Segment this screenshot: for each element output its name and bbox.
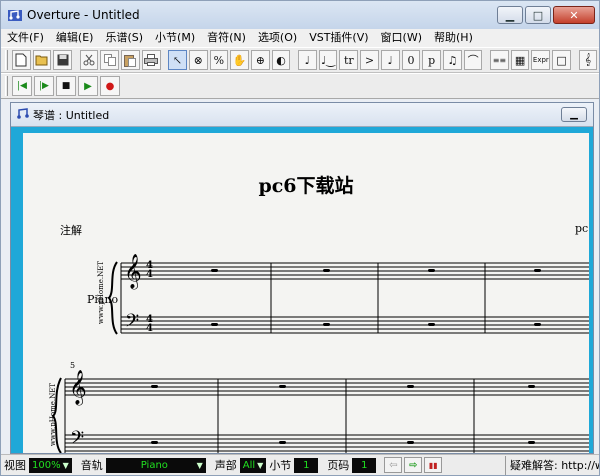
toolbar-grip[interactable]: [5, 50, 8, 70]
menu-edit[interactable]: 编辑(E): [50, 29, 100, 47]
open-folder-icon[interactable]: [32, 50, 52, 70]
rewind-button[interactable]: |◀: [12, 76, 32, 96]
copy-icon[interactable]: [100, 50, 120, 70]
bass-clef-icon-2: 𝄢: [70, 428, 85, 453]
menu-window[interactable]: 窗口(W): [375, 29, 428, 47]
menu-help[interactable]: 帮助(H): [428, 29, 479, 47]
voice-label: 声部: [214, 459, 237, 472]
window-title: Overture - Untitled: [27, 8, 140, 22]
meter-icon[interactable]: ▮▮: [424, 457, 443, 473]
document-title-bar[interactable]: 琴谱 : Untitled ▁: [11, 103, 593, 127]
paste-icon[interactable]: [121, 50, 140, 70]
menu-score[interactable]: 乐谱(S): [99, 29, 149, 47]
score-page[interactable]: pc6下载站 注解 pc6 Piano 5 www.pHome.NET www.…: [23, 133, 589, 453]
pointer-tool-icon[interactable]: ↖: [168, 50, 187, 70]
transport-grip[interactable]: [5, 76, 8, 96]
measure-field[interactable]: 1: [294, 457, 319, 473]
menu-file[interactable]: 文件(F): [1, 29, 50, 47]
help-text: 疑难解答: http://w: [505, 455, 599, 475]
menu-options[interactable]: 选项(O): [252, 29, 303, 47]
tie-tool-icon[interactable]: ♩‿: [318, 50, 338, 70]
erase-tool-icon[interactable]: ⊗: [188, 50, 208, 70]
voice-select[interactable]: All ▼: [239, 457, 267, 473]
view-label: 视图: [4, 459, 26, 472]
quarter-note-tool-icon[interactable]: ♩: [298, 50, 317, 70]
menu-bar: 文件(F) 编辑(E) 乐谱(S) 小节(M) 音符(N) 选项(O) VST插…: [1, 29, 599, 47]
time-sig-bottom-bass: 4: [146, 323, 153, 334]
play-button[interactable]: ▶: [78, 76, 98, 96]
zoom-value: 100%: [32, 459, 61, 471]
voice-dropdown-icon: ▼: [257, 460, 264, 470]
time-sig-bottom-treble: 4: [146, 269, 153, 280]
beam-tool-icon[interactable]: ♫: [443, 50, 462, 70]
treble-clef-icon-2: 𝄞: [69, 370, 87, 405]
hand-tool-icon[interactable]: ✋: [230, 50, 249, 70]
score-doc-icon: [17, 107, 29, 122]
page-value: 1: [361, 459, 368, 471]
window-controls: ▁ □ ✕: [497, 6, 595, 24]
zoom-tool-icon[interactable]: ⊕: [250, 50, 270, 70]
bass-clef-icon: 𝄢: [125, 311, 140, 336]
document-title: 琴谱 : Untitled: [33, 108, 110, 122]
app-window: Overture - Untitled ▁ □ ✕ 文件(F) 编辑(E) 乐谱…: [0, 0, 600, 476]
color-tool-icon[interactable]: ◐: [271, 50, 291, 70]
expr-tool-icon[interactable]: Expr: [531, 50, 551, 70]
accent-tool-icon[interactable]: >: [360, 50, 379, 70]
tremolo-tool-icon[interactable]: ≡≡: [490, 50, 509, 70]
page-label: 页码: [327, 459, 350, 472]
slur-tool-icon[interactable]: ⌒: [463, 50, 483, 70]
menu-note[interactable]: 音符(N): [201, 29, 252, 47]
percent-tool-icon[interactable]: %: [209, 50, 229, 70]
overture-app-icon: [7, 7, 23, 23]
new-file-icon[interactable]: [11, 50, 31, 70]
minimize-button[interactable]: ▁: [497, 6, 523, 24]
chord-tool-icon[interactable]: ▦: [510, 50, 530, 70]
next-page-arrow-icon[interactable]: ⇨: [404, 457, 423, 473]
record-button[interactable]: ●: [100, 76, 120, 96]
voice-value: All: [242, 459, 256, 471]
title-bar[interactable]: Overture - Untitled ▁ □ ✕: [1, 1, 599, 29]
treble-clef-tool-icon[interactable]: 𝄞: [578, 50, 598, 70]
measure-value: 1: [303, 459, 310, 471]
transport-toolbar: |◀ |▶ ■ ▶ ●: [1, 73, 599, 99]
track-value: Piano: [140, 459, 168, 471]
track-dropdown-icon: ▼: [196, 460, 203, 470]
zoom-select[interactable]: 100% ▼: [29, 457, 72, 473]
treble-clef-icon: 𝄞: [124, 254, 142, 289]
zoom-dropdown-icon: ▼: [62, 460, 69, 470]
play-from-button[interactable]: |▶: [34, 76, 54, 96]
fingering-tool-icon[interactable]: 0: [401, 50, 421, 70]
prev-page-arrow-icon[interactable]: ⇦: [384, 457, 403, 473]
document-minimize-button[interactable]: ▁: [561, 107, 587, 122]
cut-icon[interactable]: [79, 50, 99, 70]
main-toolbar: ↖ ⊗ % ✋ ⊕ ◐ ♩ ♩‿ tr > ♩ 0 p ♫ ⌒ ≡≡ ▦ Exp…: [1, 47, 599, 73]
menu-vst[interactable]: VST插件(V): [303, 29, 374, 47]
box-tool-icon[interactable]: □: [552, 50, 571, 70]
trill-tool-icon[interactable]: tr: [339, 50, 359, 70]
page-field[interactable]: 1: [352, 457, 377, 473]
note-head-tool-icon[interactable]: ♩: [380, 50, 400, 70]
menu-measure[interactable]: 小节(M): [149, 29, 201, 47]
score-staves: [51, 261, 589, 453]
stop-button[interactable]: ■: [56, 76, 76, 96]
maximize-button[interactable]: □: [525, 6, 551, 24]
track-select[interactable]: Piano ▼: [105, 457, 206, 473]
status-bar: 视图 100% ▼ 音轨 Piano ▼ 声部 All ▼ 小节 1 页码 1 ⇦ ⇨…: [1, 454, 599, 475]
measure-label: 小节: [269, 459, 292, 472]
dynamics-tool-icon[interactable]: p: [422, 50, 442, 70]
track-label: 音轨: [80, 459, 103, 472]
score-document-window: 琴谱 : Untitled ▁ pc6下载站 注解 pc6 Piano 5 ww…: [10, 102, 594, 454]
print-icon[interactable]: [141, 50, 161, 70]
save-icon[interactable]: [53, 50, 73, 70]
close-button[interactable]: ✕: [553, 6, 595, 24]
